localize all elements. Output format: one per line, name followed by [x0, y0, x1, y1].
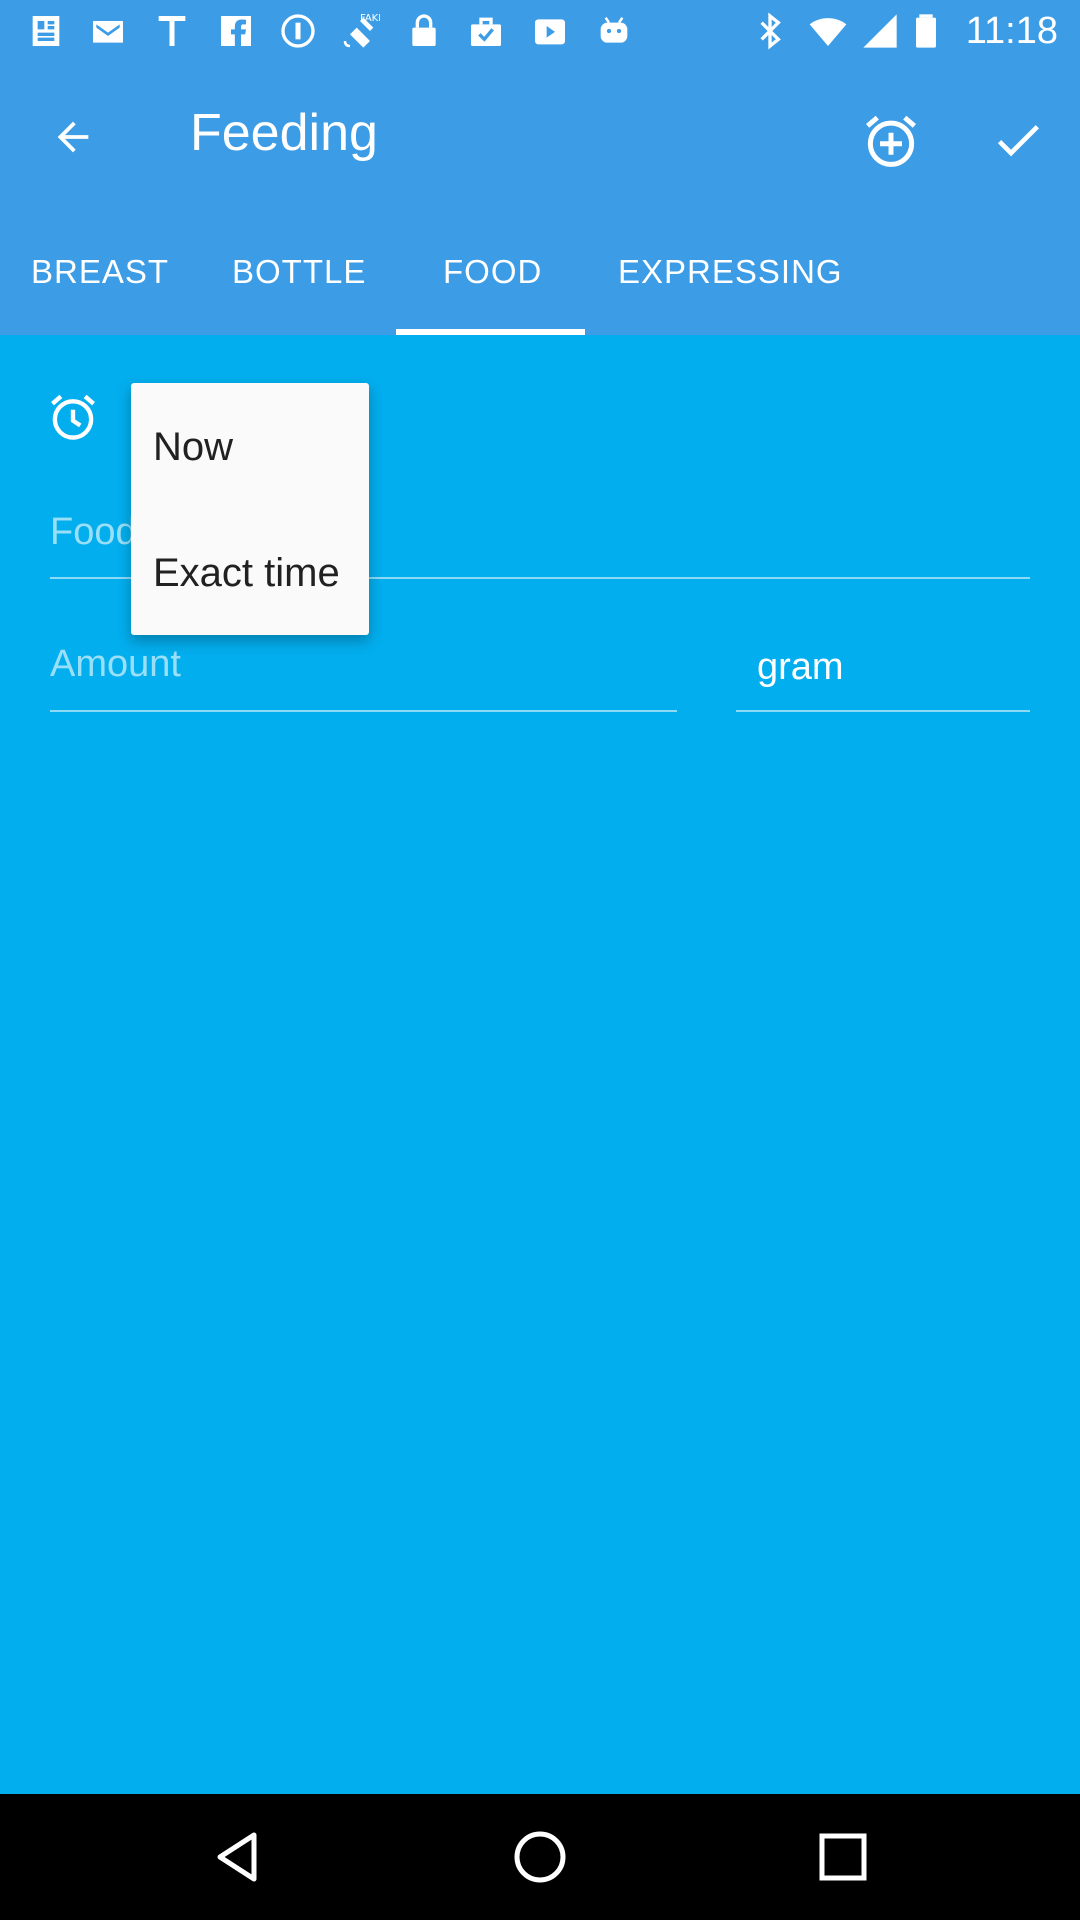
alarm-clock-icon[interactable]	[44, 388, 102, 446]
tab-breast[interactable]: BREAST	[31, 252, 169, 292]
bluetooth-icon	[750, 11, 790, 51]
wifi-icon	[808, 11, 848, 51]
news-icon	[26, 11, 66, 51]
svg-text:FAKE: FAKE	[360, 13, 380, 24]
alarm-add-icon[interactable]	[858, 108, 924, 174]
facebook-icon	[216, 11, 256, 51]
nav-recents-icon[interactable]	[813, 1827, 873, 1887]
signal-icon	[860, 11, 900, 51]
lock-icon	[404, 11, 444, 51]
info-circle-icon	[278, 11, 318, 51]
nav-back-icon[interactable]	[208, 1827, 268, 1887]
tab-food[interactable]: FOOD	[443, 252, 542, 292]
menu-item-exact-time[interactable]: Exact time	[153, 550, 340, 596]
briefcase-check-icon	[466, 11, 506, 51]
tab-bottle[interactable]: BOTTLE	[232, 252, 366, 292]
food-input[interactable]: Food	[50, 510, 137, 554]
page-title: Feeding	[190, 104, 378, 162]
status-time: 11:18	[965, 10, 1058, 52]
text-icon	[152, 11, 192, 51]
fake-gps-icon: FAKE	[340, 11, 380, 51]
amount-input-underline	[50, 710, 677, 712]
arrow-back-icon[interactable]	[50, 114, 96, 160]
android-icon	[594, 11, 634, 51]
check-icon[interactable]	[990, 112, 1046, 168]
menu-item-now[interactable]: Now	[153, 424, 233, 470]
status-bar: FAKE 11:18	[0, 0, 1080, 62]
amount-input[interactable]: Amount	[50, 642, 181, 686]
nav-home-icon[interactable]	[510, 1827, 570, 1887]
unit-selector[interactable]: gram	[757, 645, 844, 689]
video-icon	[530, 11, 570, 51]
unit-selector-underline	[736, 710, 1030, 712]
battery-icon	[906, 11, 946, 51]
selected-tab-indicator	[396, 329, 585, 335]
mail-icon	[88, 11, 128, 51]
time-popup-menu: Now Exact time	[131, 383, 369, 635]
tab-expressing[interactable]: EXPRESSING	[618, 252, 843, 292]
